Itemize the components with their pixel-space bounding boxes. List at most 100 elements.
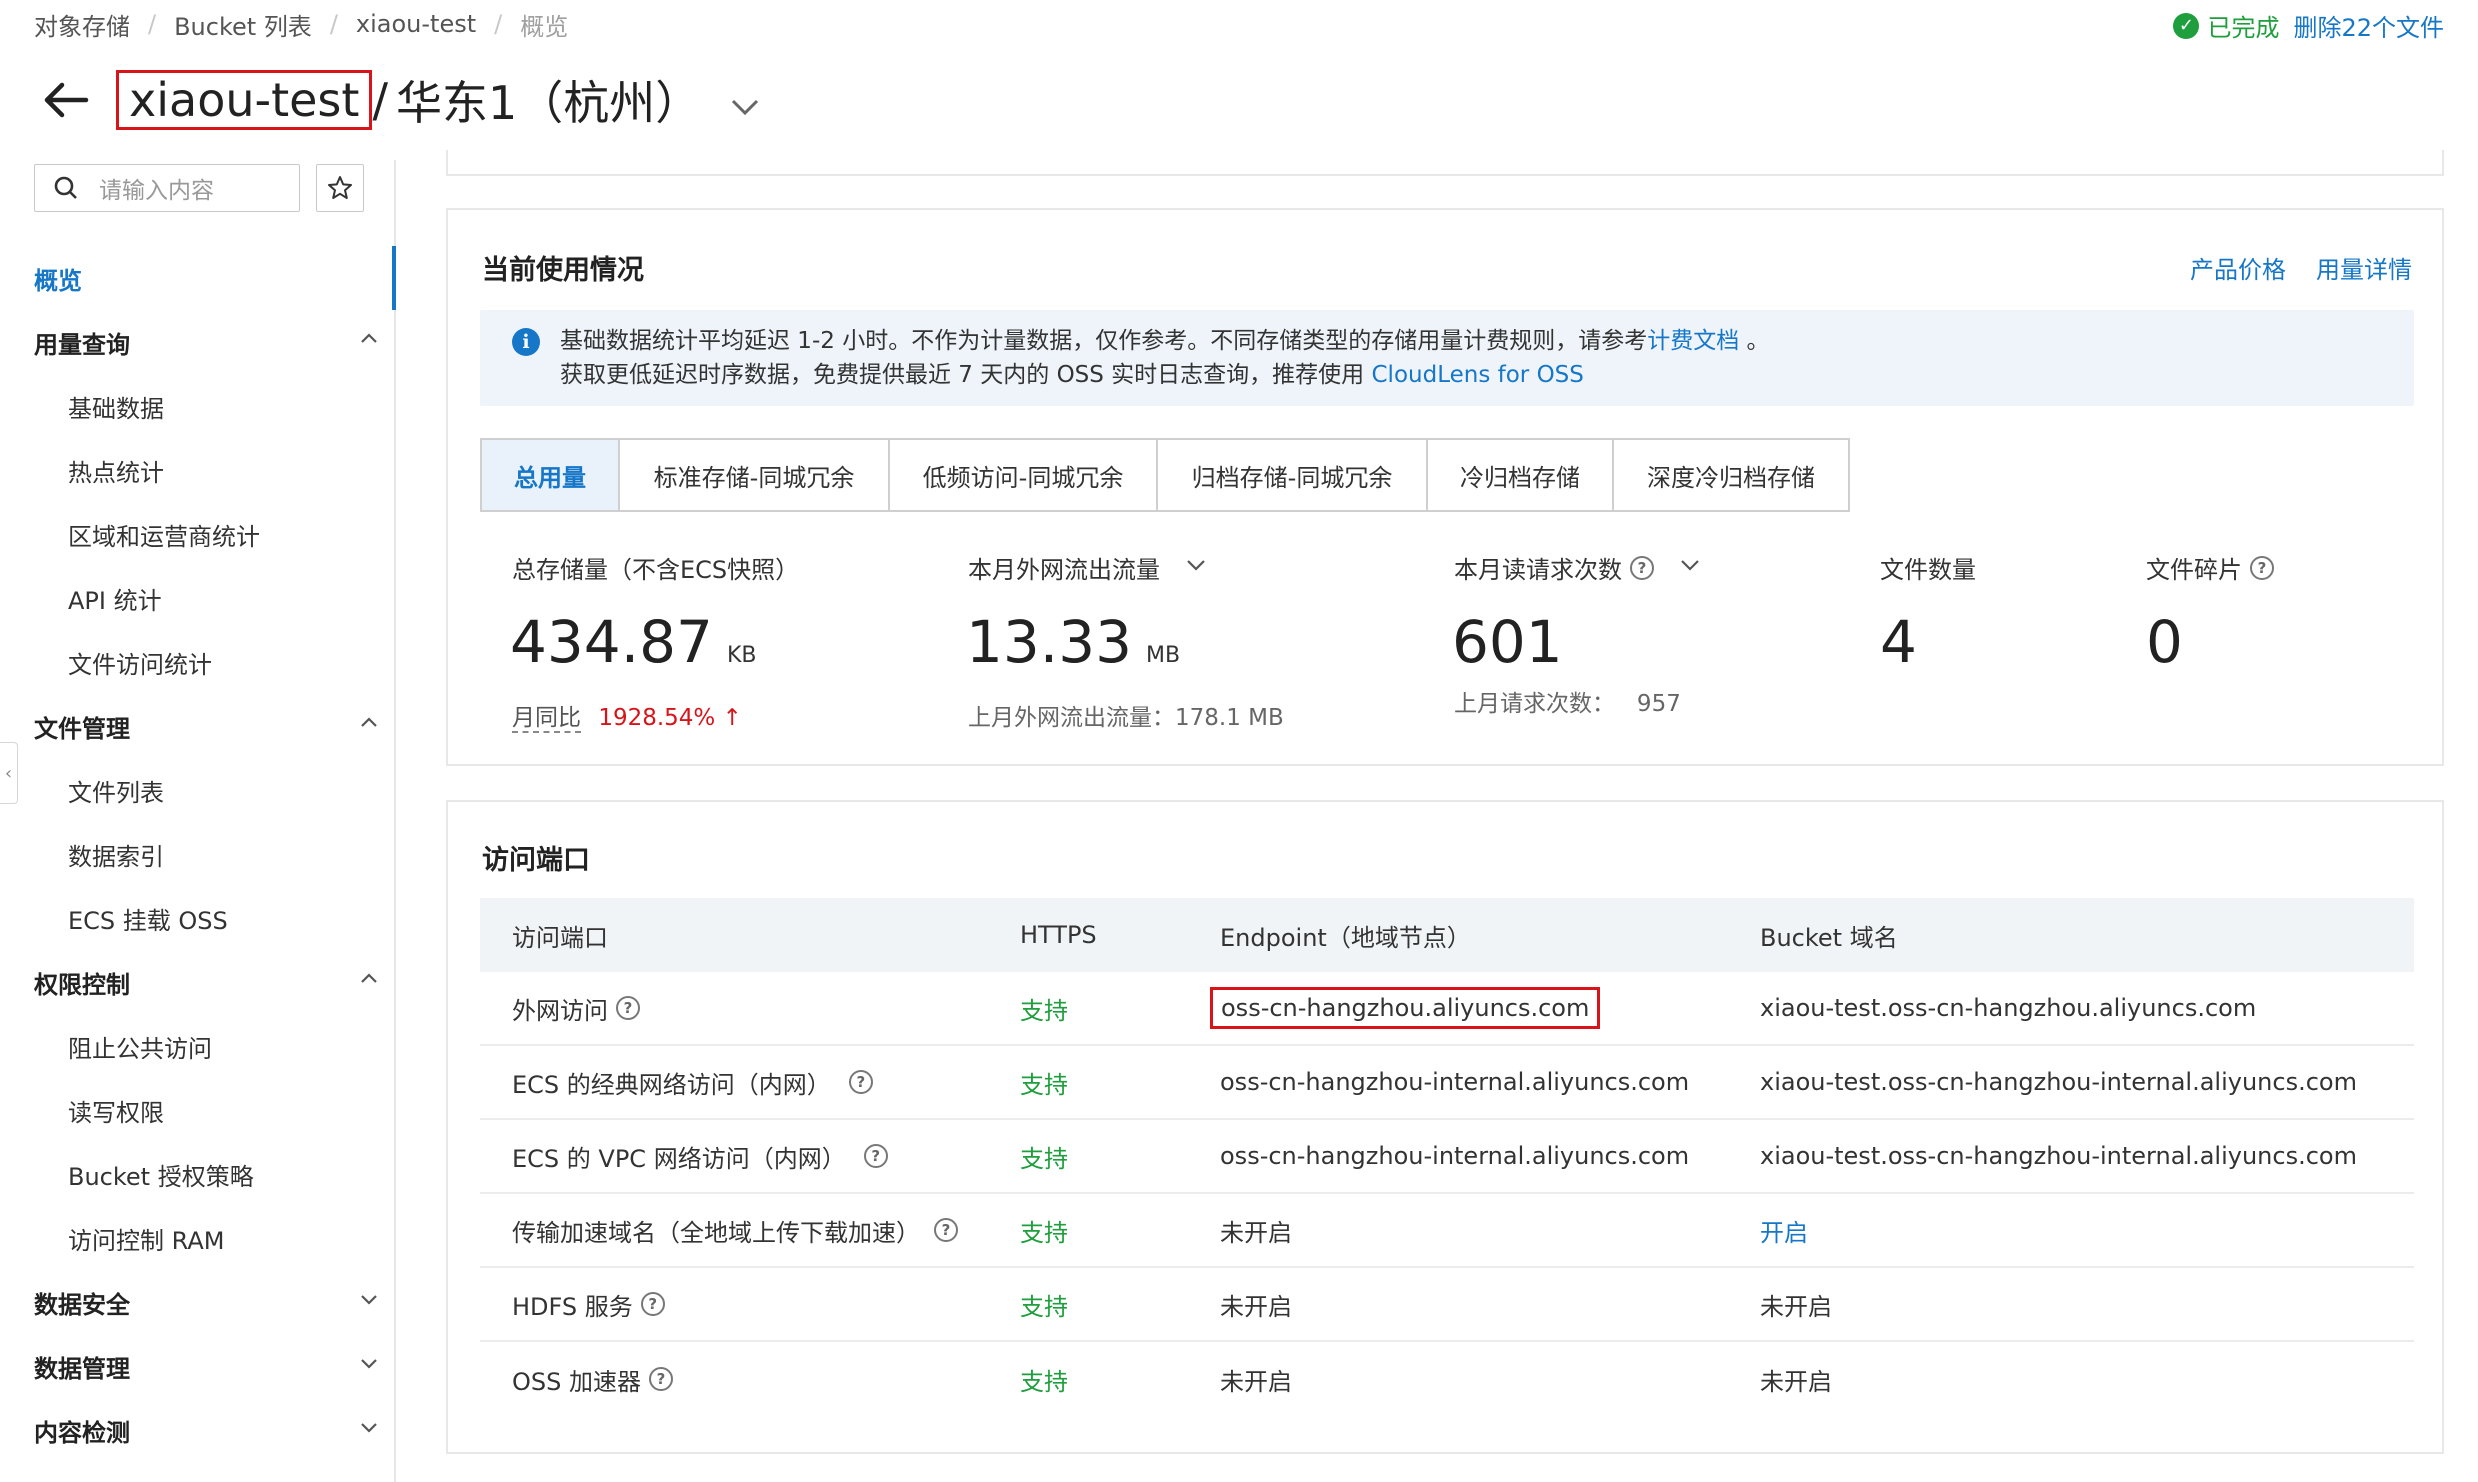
fragments-metric-label: 文件碎片 ? — [2146, 550, 2274, 585]
row-https: 支持 — [1020, 1144, 1068, 1173]
fragments-label-text: 文件碎片 — [2146, 556, 2242, 584]
breadcrumb-item-bucket[interactable]: xiaou-test — [356, 10, 476, 38]
column-header: Endpoint（地域节点） — [1220, 923, 1471, 952]
sidebar-item-bucket-policy[interactable]: Bucket 授权策略 — [68, 1154, 254, 1194]
tab-standard[interactable]: 标准存储-同城冗余 — [620, 440, 890, 510]
storage-type-tabs: 总用量 标准存储-同城冗余 低频访问-同城冗余 归档存储-同城冗余 冷归档存储 … — [480, 438, 1850, 512]
sidebar-group-security[interactable]: 数据安全 — [34, 1282, 380, 1322]
sidebar-group-label: 权限控制 — [34, 970, 130, 999]
row-name: HDFS 服务? — [480, 1287, 1010, 1322]
sidebar-group-label: 文件管理 — [34, 714, 130, 743]
sidebar-item-region-isp[interactable]: 区域和运营商统计 — [68, 514, 260, 554]
sidebar-item-overview[interactable]: 概览 — [34, 258, 82, 298]
sidebar-item-acl[interactable]: 读写权限 — [68, 1090, 164, 1130]
traffic-metric-value: 13.33 MB — [966, 608, 1180, 676]
sidebar-group-usage[interactable]: 用量查询 — [34, 322, 380, 362]
sidebar-item-api-stats[interactable]: API 统计 — [68, 578, 162, 618]
chevron-up-icon — [358, 712, 380, 740]
storage-mom: 月同比 1928.54% ↑ — [512, 698, 742, 733]
usage-details-link[interactable]: 用量详情 — [2316, 250, 2412, 285]
traffic-value: 13.33 — [966, 608, 1133, 676]
task-status-link[interactable]: 删除22个文件 — [2293, 8, 2444, 43]
sidebar-item-ram[interactable]: 访问控制 RAM — [68, 1218, 224, 1258]
row-https: 支持 — [1020, 1218, 1068, 1247]
breadcrumb-item-oss[interactable]: 对象存储 — [34, 7, 130, 42]
task-status-text: 已完成 — [2207, 14, 2280, 42]
traffic-last-month: 上月外网流出流量：178.1 MB — [968, 705, 1284, 731]
back-arrow-icon[interactable] — [40, 74, 92, 126]
sidebar-item-basic-data[interactable]: 基础数据 — [68, 386, 164, 426]
tab-archive[interactable]: 归档存储-同城冗余 — [1158, 440, 1428, 510]
sidebar-group-files[interactable]: 文件管理 — [34, 706, 380, 746]
sidebar-item-hotspot[interactable]: 热点统计 — [68, 450, 164, 490]
cloudlens-link[interactable]: CloudLens for OSS — [1372, 362, 1584, 388]
check-circle-icon: ✓ — [2173, 12, 2200, 39]
requests-last-month: 上月请求次数： 957 — [1454, 691, 1681, 717]
chevron-down-icon — [358, 1416, 380, 1444]
chevron-down-icon[interactable] — [727, 82, 763, 118]
pricing-link[interactable]: 产品价格 — [2190, 250, 2286, 285]
sidebar-group-permissions[interactable]: 权限控制 — [34, 962, 380, 1002]
tab-ia[interactable]: 低频访问-同城冗余 — [890, 440, 1158, 510]
chevron-down-icon — [1678, 553, 1702, 583]
notice-line2: 获取更低延迟时序数据，免费提供最近 7 天内的 OSS 实时日志查询，推荐使用 — [560, 362, 1365, 388]
chevron-up-icon — [358, 968, 380, 996]
help-icon[interactable]: ? — [848, 1070, 873, 1094]
files-metric-label: 文件数量 — [1880, 556, 1976, 584]
title-separator: / — [372, 73, 388, 127]
row-name-text: HDFS 服务 — [512, 1292, 633, 1321]
chevron-down-icon — [358, 1288, 380, 1316]
breadcrumb-separator: / — [494, 10, 503, 38]
help-icon[interactable]: ? — [1630, 555, 1654, 580]
sidebar-group-label: 内容检测 — [34, 1418, 130, 1447]
favorite-star-icon[interactable] — [316, 164, 364, 212]
chevron-down-icon — [358, 1352, 380, 1380]
row-endpoint: oss-cn-hangzhou-internal.aliyuncs.com — [1220, 1142, 1690, 1170]
breadcrumb-item-bucket-list[interactable]: Bucket 列表 — [174, 7, 312, 42]
search-input[interactable]: 请输入内容 — [34, 164, 300, 212]
enable-acceleration-link[interactable]: 开启 — [1750, 1213, 2414, 1248]
column-header: Bucket 域名 — [1760, 923, 1898, 952]
help-icon[interactable]: ? — [863, 1144, 888, 1168]
help-icon[interactable]: ? — [649, 1367, 673, 1391]
files-metric-value: 4 — [1880, 608, 1917, 676]
help-icon[interactable]: ? — [640, 1292, 665, 1316]
help-icon[interactable]: ? — [616, 996, 640, 1020]
tab-total[interactable]: 总用量 — [482, 440, 620, 510]
row-name-text: 外网访问 — [512, 996, 608, 1025]
tab-deep-cold-archive[interactable]: 深度冷归档存储 — [1614, 440, 1848, 510]
help-icon[interactable]: ? — [934, 1218, 958, 1242]
traffic-metric-label[interactable]: 本月外网流出流量 — [968, 550, 1208, 585]
row-name-text: OSS 加速器 — [512, 1367, 641, 1396]
sidebar-group-content-detect[interactable]: 内容检测 — [34, 1410, 380, 1450]
requests-metric-value: 601 — [1452, 608, 1563, 676]
row-domain: 未开启 — [1760, 1292, 1832, 1321]
sidebar-item-file-access[interactable]: 文件访问统计 — [68, 642, 212, 682]
billing-doc-link[interactable]: 计费文档 — [1647, 328, 1739, 354]
tab-cold-archive[interactable]: 冷归档存储 — [1428, 440, 1614, 510]
mom-value: 1928.54% — [598, 705, 716, 731]
row-endpoint: 未开启 — [1220, 1292, 1292, 1321]
row-domain: xiaou-test.oss-cn-hangzhou-internal.aliy… — [1760, 1068, 2357, 1096]
sidebar-item-file-list[interactable]: 文件列表 — [68, 770, 164, 810]
row-endpoint: 未开启 — [1220, 1367, 1292, 1396]
access-table: 访问端口 HTTPS Endpoint（地域节点） Bucket 域名 外网访问… — [480, 898, 2414, 1416]
sidebar-item-ecs-mount[interactable]: ECS 挂载 OSS — [68, 898, 228, 938]
collapse-sidebar-handle[interactable]: ‹ — [0, 742, 18, 804]
bucket-name: xiaou-test — [116, 70, 373, 130]
row-endpoint: 未开启 — [1220, 1218, 1292, 1247]
row-https: 支持 — [1020, 1070, 1068, 1099]
previous-card-edge — [446, 150, 2444, 176]
help-icon[interactable]: ? — [2250, 555, 2274, 580]
sidebar-active-indicator — [392, 246, 396, 310]
breadcrumb-item-current: 概览 — [520, 12, 569, 41]
notice-line1-end: 。 — [1739, 328, 1770, 354]
sidebar-group-data-mgmt[interactable]: 数据管理 — [34, 1346, 380, 1386]
requests-metric-label[interactable]: 本月读请求次数 ? — [1454, 550, 1702, 585]
sidebar-item-data-index[interactable]: 数据索引 — [68, 834, 164, 874]
sidebar-item-block-public[interactable]: 阻止公共访问 — [68, 1026, 212, 1066]
requests-label-text: 本月读请求次数 — [1454, 556, 1622, 584]
mom-label: 月同比 — [512, 705, 581, 733]
table-row: 外网访问? 支持 oss-cn-hangzhou.aliyuncs.com xi… — [480, 972, 2414, 1046]
row-https: 支持 — [1020, 1292, 1068, 1321]
